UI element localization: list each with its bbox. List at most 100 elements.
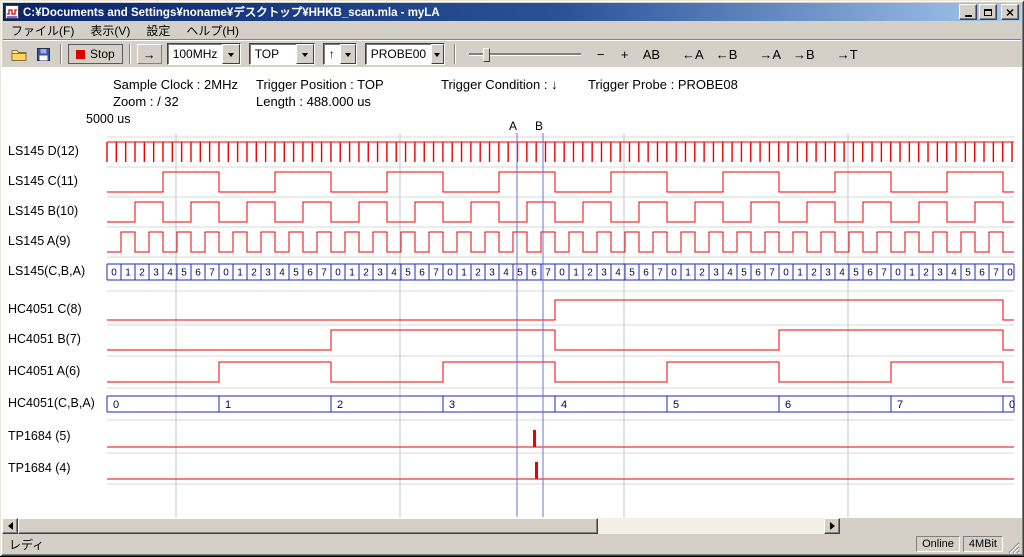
bus-value: 3 — [825, 268, 831, 279]
bus-value: 7 — [881, 268, 887, 279]
minimize-button[interactable] — [959, 4, 977, 20]
bus-value: 1 — [225, 399, 231, 411]
app-window: C:¥Documents and Settings¥noname¥デスクトップ¥… — [0, 0, 1024, 556]
bus-value: 4 — [167, 268, 173, 279]
close-icon — [1006, 9, 1014, 16]
chevron-down-icon[interactable] — [431, 44, 444, 64]
bus-value: 0 — [335, 268, 341, 279]
bus-value: 5 — [629, 268, 635, 279]
waveform-trace — [107, 362, 1014, 382]
trigger-probe-combo[interactable]: PROBE00 — [365, 43, 445, 65]
horizontal-scrollbar[interactable] — [2, 518, 840, 534]
bus-value: 1 — [797, 268, 803, 279]
status-message: レディ — [2, 536, 916, 553]
bus-value: 6 — [979, 268, 985, 279]
scroll-left-button[interactable] — [2, 518, 18, 534]
chevron-down-icon[interactable] — [222, 44, 239, 64]
trigger-edge-combo[interactable]: ↑ — [323, 43, 357, 65]
bus-value: 2 — [337, 399, 343, 411]
goto-cursor-b-right-button[interactable]: →B — [788, 43, 820, 65]
save-button[interactable] — [32, 43, 54, 65]
bus-value: 4 — [839, 268, 845, 279]
scroll-right-icon — [830, 522, 839, 530]
chevron-down-icon[interactable] — [296, 44, 314, 64]
menu-view[interactable]: 表示(V) — [82, 21, 138, 40]
zoom-in-button[interactable]: + — [614, 43, 636, 65]
bus-value: 3 — [153, 268, 159, 279]
bus-value: 6 — [419, 268, 425, 279]
scrollbar-thumb[interactable] — [18, 518, 598, 534]
cursor-label: B — [535, 119, 543, 133]
bus-value: 7 — [769, 268, 775, 279]
online-status: Online — [916, 536, 960, 552]
bus-value: 4 — [951, 268, 957, 279]
pulse-mark — [533, 430, 536, 447]
stop-button[interactable]: Stop — [68, 44, 123, 64]
bus-value: 5 — [517, 268, 523, 279]
zoom-ab-button[interactable]: AB — [638, 43, 665, 65]
waveform-trace — [107, 300, 1014, 320]
close-button[interactable] — [1001, 4, 1019, 20]
bus-value: 0 — [1009, 399, 1015, 411]
goto-trigger-button[interactable]: →T — [832, 43, 863, 65]
memory-status: 4MBit — [963, 536, 1003, 552]
trigger-position-combo[interactable]: TOP — [249, 43, 315, 65]
bus-value: 7 — [433, 268, 439, 279]
goto-cursor-a-left-button[interactable]: ←A — [677, 43, 709, 65]
bus-value: 7 — [321, 268, 327, 279]
bus-value: 2 — [475, 268, 481, 279]
bus-value: 2 — [363, 268, 369, 279]
maximize-icon — [984, 9, 992, 16]
menu-help[interactable]: ヘルプ(H) — [178, 21, 247, 40]
zoom-slider-thumb[interactable] — [483, 48, 490, 62]
bus-value: 0 — [783, 268, 789, 279]
open-button[interactable] — [8, 43, 30, 65]
bus-value: 4 — [279, 268, 285, 279]
zoom-out-button[interactable]: − — [590, 43, 612, 65]
bus-value: 6 — [643, 268, 649, 279]
zoom-slider[interactable] — [469, 44, 581, 64]
scroll-right-button[interactable] — [824, 518, 840, 534]
bus-value: 5 — [853, 268, 859, 279]
bus-value: 0 — [223, 268, 229, 279]
bus-value: 3 — [601, 268, 607, 279]
toolbar-separator — [454, 44, 456, 64]
bus-value: 4 — [727, 268, 733, 279]
bus-value: 0 — [895, 268, 901, 279]
trigger-probe-value: PROBE00 — [366, 47, 431, 61]
goto-cursor-a-right-button[interactable]: →A — [754, 43, 786, 65]
bus-value: 1 — [573, 268, 579, 279]
minimize-icon — [965, 15, 972, 17]
save-floppy-icon — [37, 48, 50, 61]
bus-value: 5 — [741, 268, 747, 279]
stop-label: Stop — [90, 47, 115, 61]
bus-value: 0 — [559, 268, 565, 279]
bus-value: 0 — [447, 268, 453, 279]
bus-value: 5 — [181, 268, 187, 279]
goto-cursor-b-left-button[interactable]: ←B — [711, 43, 743, 65]
bus-value: 5 — [673, 399, 679, 411]
trigger-position-value: TOP — [250, 47, 296, 61]
bus-value: 6 — [755, 268, 761, 279]
stop-icon — [76, 50, 85, 59]
menu-file[interactable]: ファイル(F) — [3, 21, 82, 40]
menu-settings[interactable]: 設定 — [138, 21, 178, 40]
maximize-button[interactable] — [979, 4, 997, 20]
bus-value: 4 — [503, 268, 509, 279]
window-title: C:¥Documents and Settings¥noname¥デスクトップ¥… — [23, 4, 959, 20]
chevron-down-icon[interactable] — [340, 44, 356, 64]
sample-clock-combo[interactable]: 100MHz — [167, 43, 241, 65]
bus-value: 1 — [125, 268, 131, 279]
toolbar: Stop → 100MHz TOP ↑ PROBE00 − + AB ←A ←B — [3, 40, 1021, 67]
app-icon — [5, 5, 19, 19]
run-button[interactable]: → — [137, 44, 162, 64]
bus-value: 6 — [531, 268, 537, 279]
bus-value: 1 — [237, 268, 243, 279]
title-bar[interactable]: C:¥Documents and Settings¥noname¥デスクトップ¥… — [3, 3, 1021, 21]
resize-grip[interactable] — [1006, 540, 1020, 554]
bus-value: 0 — [1007, 268, 1013, 279]
bus-value: 6 — [867, 268, 873, 279]
bus-value: 1 — [461, 268, 467, 279]
bus-value: 2 — [587, 268, 593, 279]
waveform-area[interactable]: 0123456701234567012345670123456701234567… — [2, 67, 1022, 518]
